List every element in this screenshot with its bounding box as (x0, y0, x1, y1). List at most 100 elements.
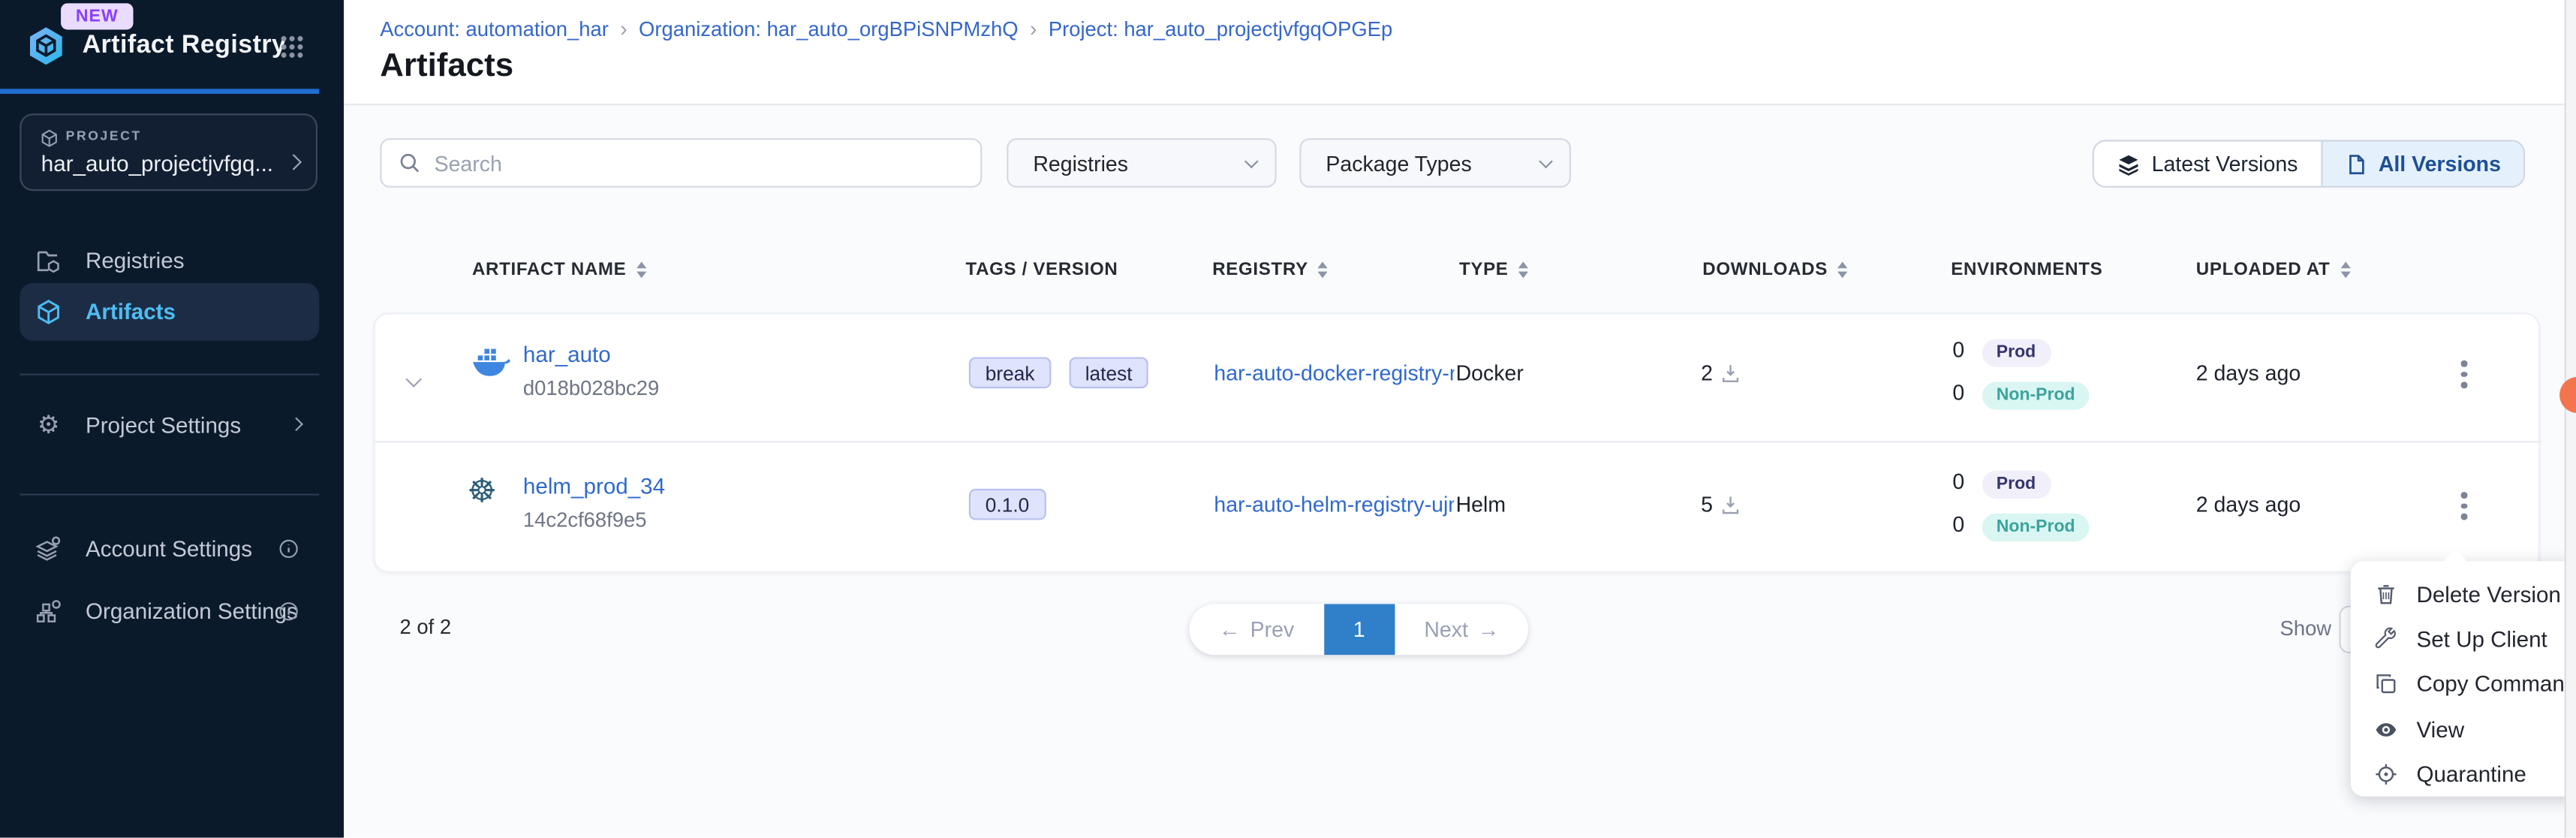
sidebar-item-artifacts[interactable]: Artifacts (20, 283, 319, 341)
registry-link[interactable]: har-auto-docker-registry-r... (1214, 360, 1454, 385)
sidebar-item-organization-settings[interactable]: Organization Settings (20, 584, 319, 637)
prod-badge: Prod (1982, 338, 2051, 366)
sidebar-item-label: Registries (86, 248, 185, 273)
account-settings-icon (35, 534, 62, 562)
vertical-scrollbar[interactable] (2565, 0, 2576, 838)
row-expander-icon[interactable] (408, 366, 420, 390)
breadcrumb-project-link[interactable]: Project: har_auto_projectjvfgqOPGEp (1049, 17, 1392, 41)
column-header-downloads[interactable]: DOWNLOADS (1702, 260, 1847, 279)
pagination: ← Prev 1 Next → (1190, 604, 1529, 655)
sidebar-item-registries[interactable]: Registries (20, 234, 319, 286)
row-actions-menu-button[interactable] (2448, 352, 2480, 396)
uploaded-at-cell: 2 days ago (2196, 492, 2301, 517)
sidebar-item-label: Organization Settings (86, 598, 298, 623)
all-versions-button[interactable]: All Versions (2321, 141, 2523, 185)
sidebar-item-project-settings[interactable]: ⚙ Project Settings (20, 398, 319, 451)
artifacts-icon (35, 298, 62, 326)
registries-filter[interactable]: Registries (1007, 138, 1276, 188)
menu-item-delete-version[interactable]: Delete Version (2351, 573, 2576, 618)
arrow-right-icon: → (1478, 617, 1499, 642)
page-title: Artifacts (380, 48, 513, 86)
nonprod-badge: Non-Prod (1982, 513, 2090, 541)
menu-item-label: View (2416, 717, 2464, 742)
row-actions-menu-button[interactable] (2448, 484, 2480, 527)
sort-icon (636, 262, 646, 278)
column-header-type[interactable]: TYPE (1459, 260, 1528, 279)
trash-icon (2372, 582, 2398, 608)
registry-link[interactable]: har-auto-helm-registry-ujn... (1214, 492, 1454, 517)
column-header-tags-version: TAGS / VERSION (965, 260, 1118, 279)
prev-page-button[interactable]: ← Prev (1190, 604, 1324, 655)
breadcrumb: Account: automation_har › Organization: … (380, 17, 1392, 41)
project-chevron-icon (288, 146, 299, 176)
prev-label: Prev (1250, 617, 1295, 642)
type-cell: Helm (1456, 492, 1506, 517)
project-selector[interactable]: PROJECT har_auto_projectjvfgq... (20, 113, 317, 191)
sidebar-item-label: Account Settings (86, 535, 252, 560)
sidebar-item-label: Project Settings (86, 412, 241, 437)
uploaded-at-cell: 2 days ago (2196, 360, 2301, 385)
menu-item-view[interactable]: View (2351, 707, 2576, 752)
latest-versions-button[interactable]: Latest Versions (2094, 141, 2321, 185)
chevron-down-icon (1539, 154, 1551, 167)
artifact-name-link[interactable]: helm_prod_34 (523, 474, 665, 499)
env-nonprod-count: 0 (1952, 380, 1976, 405)
downloads-cell: 5 (1701, 492, 1741, 517)
env-prod-cell: 0 Prod (1952, 469, 2051, 498)
download-icon (1721, 495, 1741, 514)
page-size-label: Show (2280, 617, 2332, 641)
versions-toggle: Latest Versions All Versions (2093, 140, 2526, 188)
column-label: REGISTRY (1212, 260, 1308, 279)
app-title: Artifact Registry (83, 32, 287, 61)
info-icon[interactable] (278, 538, 299, 559)
column-header-registry[interactable]: REGISTRY (1212, 260, 1328, 279)
menu-item-copy-command[interactable]: Copy Command (2351, 662, 2576, 707)
artifact-name-link[interactable]: har_auto (523, 342, 611, 367)
menu-item-label: Set Up Client (2416, 628, 2547, 653)
all-versions-label: All Versions (2379, 152, 2501, 176)
layers-icon (2117, 152, 2141, 176)
menu-item-label: Copy Command (2416, 672, 2576, 697)
download-icon (1721, 363, 1741, 382)
tag-badge: break (969, 357, 1052, 389)
breadcrumb-separator-icon: › (1030, 17, 1037, 41)
prod-badge: Prod (1982, 470, 2051, 498)
breadcrumb-organization-link[interactable]: Organization: har_auto_orgBPiSNPMzhQ (639, 17, 1019, 41)
table-header-row: ARTIFACT NAME TAGS / VERSION REGISTRY TY… (373, 255, 2539, 291)
sort-icon (1518, 262, 1528, 278)
tags-cell: break latest (969, 357, 1160, 389)
version-cell: 0.1.0 (969, 489, 1058, 520)
env-nonprod-cell: 0 Non-Prod (1952, 512, 2090, 541)
table-row[interactable]: har_auto d018b028bc29 break latest har-a… (375, 315, 2541, 443)
sort-icon (1837, 262, 1847, 278)
env-prod-cell: 0 Prod (1952, 337, 2051, 366)
help-bubble-button[interactable] (2559, 377, 2576, 413)
app-grid-icon[interactable] (280, 35, 305, 68)
type-cell: Docker (1456, 360, 1524, 385)
menu-item-label: Delete Version (2416, 583, 2560, 607)
env-nonprod-cell: 0 Non-Prod (1952, 380, 2090, 408)
column-header-artifact-name[interactable]: ARTIFACT NAME (472, 260, 646, 279)
version-badge: 0.1.0 (969, 489, 1046, 520)
menu-item-label: Quarantine (2416, 761, 2526, 786)
package-types-filter[interactable]: Package Types (1299, 138, 1571, 188)
breadcrumb-separator-icon: › (620, 17, 627, 41)
sidebar-item-account-settings[interactable]: Account Settings (20, 522, 319, 574)
breadcrumb-account-link[interactable]: Account: automation_har (380, 17, 609, 41)
search-input[interactable] (435, 151, 928, 176)
column-label: TYPE (1459, 260, 1509, 279)
artifact-registry-logo-icon (25, 25, 68, 68)
menu-item-set-up-client[interactable]: Set Up Client (2351, 617, 2576, 662)
table-row[interactable]: ☸ helm_prod_34 14c2cf68f9e5 0.1.0 har-au… (375, 445, 2541, 574)
organization-settings-icon (35, 596, 62, 624)
registries-filter-label: Registries (1033, 151, 1128, 176)
column-header-uploaded-at[interactable]: UPLOADED AT (2196, 260, 2350, 279)
next-page-button[interactable]: Next → (1395, 604, 1529, 655)
sidebar-divider (20, 373, 319, 375)
page-header: Account: automation_har › Organization: … (344, 0, 2576, 105)
info-icon[interactable] (278, 600, 299, 621)
column-header-environments: ENVIRONMENTS (1951, 260, 2102, 279)
current-page-button[interactable]: 1 (1324, 604, 1395, 655)
menu-item-quarantine[interactable]: Quarantine (2351, 752, 2576, 797)
column-label: DOWNLOADS (1702, 260, 1828, 279)
